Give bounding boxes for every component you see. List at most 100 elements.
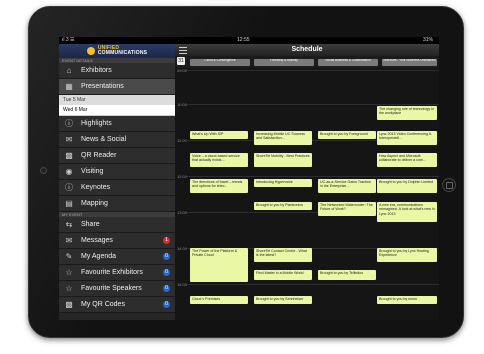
track-tabs: 31 Cloud & Convergence Flexibility & Mob… xyxy=(175,56,439,68)
time-label: 13:00 xyxy=(177,210,188,215)
event-card[interactable]: What's Up With SIP xyxy=(190,131,248,139)
star-icon: ☆ xyxy=(65,268,73,277)
sidebar-item-presentations[interactable]: ▦ Presentations xyxy=(59,79,175,95)
agenda-icon: ✎ xyxy=(65,252,73,261)
time-label: 15:00 xyxy=(177,282,188,287)
sidebar-item-label: Messages xyxy=(81,237,113,244)
exhibitors-icon: ⌂ xyxy=(66,66,72,75)
tab-track-4[interactable]: Microsoft - Your Business Unleashed xyxy=(382,59,437,66)
event-card[interactable]: Cloud v Premises xyxy=(190,296,248,304)
sidebar-item-label: My QR Codes xyxy=(81,301,125,308)
sidebar-item-label: Share xyxy=(81,221,100,228)
event-card[interactable]: A new era, communications reimagined. A … xyxy=(377,202,437,222)
event-card[interactable]: Brought to you by Sennheiser xyxy=(254,296,312,304)
event-card[interactable]: Brought to you by Dolphin Limited xyxy=(377,179,437,193)
event-card[interactable]: Lync 2013 Video Conferencing & Interoper… xyxy=(377,131,437,145)
tab-track-2[interactable]: Flexibility & Mobility xyxy=(254,59,314,66)
qr-codes-badge: 0 xyxy=(163,301,170,308)
messages-badge: 1 xyxy=(163,237,170,244)
sidebar-item-qr-reader[interactable]: ▩ QR Reader xyxy=(59,148,175,164)
calendar-icon[interactable]: 31 xyxy=(177,57,185,65)
time-label: 11:00 xyxy=(177,138,187,143)
battery-level: 31% xyxy=(422,37,433,43)
event-card[interactable]: Voice – a cloud-based service that actua… xyxy=(190,153,248,167)
logo-icon xyxy=(86,47,95,55)
event-card[interactable]: How Aspect and Microsoft collaborate to … xyxy=(377,153,437,167)
app-screen: ıl 3 ☰ 12:55 31% UNIFIED COMMUNICATIONS … xyxy=(59,37,439,320)
sidebar-item-fav-speakers[interactable]: ☆ Favourite Speakers 0 xyxy=(59,281,175,297)
sidebar-item-keynotes[interactable]: ⓘ Keynotes xyxy=(59,180,175,196)
schedule-panel: Schedule 31 Cloud & Convergence Flexibil… xyxy=(175,44,439,320)
agenda-badge: 0 xyxy=(163,253,170,260)
sidebar-item-exhibitors[interactable]: ⌂ Exhibitors xyxy=(59,63,175,79)
day-tue[interactable]: Tue 5 Mar xyxy=(59,95,175,105)
sidebar-item-label: Favourite Exhibitors xyxy=(81,269,143,276)
star-icon: ☆ xyxy=(65,284,73,293)
home-button[interactable] xyxy=(442,178,456,192)
fav-speakers-badge: 0 xyxy=(163,285,170,292)
sidebar-item-fav-exhibitors[interactable]: ☆ Favourite Exhibitors 0 xyxy=(59,265,175,281)
sidebar-item-mapping[interactable]: ▤ Mapping xyxy=(59,196,175,212)
sidebar-item-visiting[interactable]: ◉ Visiting xyxy=(59,164,175,180)
event-card[interactable]: UC-as-a-Service Gains Traction in the En… xyxy=(318,179,376,193)
event-card[interactable]: Brought to you by Plantronics xyxy=(254,202,312,210)
event-card[interactable]: Flexi Matter in a Mobile World xyxy=(254,270,312,280)
sidebar-item-share[interactable]: ⇆ Share xyxy=(59,217,175,233)
sidebar: UNIFIED COMMUNICATIONS EVENT DETAILS ⌂ E… xyxy=(59,44,175,320)
map-icon: ▤ xyxy=(65,199,73,208)
sidebar-item-my-agenda[interactable]: ✎ My Agenda 0 xyxy=(59,249,175,265)
calendar-icon: ▦ xyxy=(65,82,73,91)
share-icon: ⇆ xyxy=(65,220,73,229)
sidebar-item-label: QR Reader xyxy=(81,152,117,159)
qr-icon: ▩ xyxy=(65,151,73,160)
event-card[interactable]: The Power of the Platform & Private Clou… xyxy=(190,248,248,282)
sidebar-item-label: Mapping xyxy=(81,200,108,207)
camera-icon xyxy=(40,167,47,174)
brand-logo: UNIFIED COMMUNICATIONS xyxy=(59,44,175,58)
event-card[interactable]: Brought to you by Lync Hosting Experienc… xyxy=(377,248,437,262)
sidebar-item-label: Visiting xyxy=(81,168,104,175)
sidebar-item-label: Highlights xyxy=(81,120,112,127)
sidebar-item-label: Presentations xyxy=(81,83,124,90)
fav-exhibitors-badge: 0 xyxy=(163,269,170,276)
schedule-grid: 09:00 10:00 11:00 12:00 13:00 14:00 15:0… xyxy=(175,68,439,320)
time-label: 12:00 xyxy=(177,174,188,179)
event-card[interactable]: The Networked Watercooler: The Future of… xyxy=(318,202,376,216)
sidebar-item-news[interactable]: ✉ News & Social xyxy=(59,132,175,148)
pin-icon: ◉ xyxy=(65,167,73,176)
nav-bar: Schedule xyxy=(175,44,439,56)
sidebar-item-qr-codes[interactable]: ▩ My QR Codes 0 xyxy=(59,297,175,313)
time-label: 10:00 xyxy=(177,102,188,107)
time-label: 09:00 xyxy=(177,68,188,73)
status-time: 12:55 xyxy=(237,37,250,43)
day-wed[interactable]: Wed 6 Mar xyxy=(59,105,175,116)
event-card[interactable]: Increasing Mobile UC Success and Satisfa… xyxy=(254,131,312,145)
event-card[interactable]: Brought to you by Foreground xyxy=(318,131,376,139)
qr-icon: ▩ xyxy=(65,300,73,309)
event-card[interactable]: ShoreTel Mobility - Best Practices xyxy=(254,153,312,167)
event-card[interactable]: Introducing Hypervoice xyxy=(254,179,312,187)
event-card[interactable]: Brought to you by snom xyxy=(377,296,437,304)
sidebar-item-label: Keynotes xyxy=(81,184,111,191)
tab-track-1[interactable]: Cloud & Convergence xyxy=(190,59,250,66)
time-label: 14:00 xyxy=(177,246,188,251)
envelope-icon: ✉ xyxy=(65,236,73,245)
sidebar-item-label: Favourite Speakers xyxy=(81,285,142,292)
sidebar-item-highlights[interactable]: ⓘ Highlights xyxy=(59,116,175,132)
event-card[interactable]: The changing role of technology in the w… xyxy=(377,106,437,120)
event-card[interactable]: Brought to you by Tellindus xyxy=(318,270,376,280)
event-card[interactable]: The directions of travel – trends and op… xyxy=(190,179,248,193)
chat-icon: ✉ xyxy=(65,135,73,144)
sidebar-item-label: News & Social xyxy=(81,136,127,143)
brand-bottom: COMMUNICATIONS xyxy=(97,50,148,56)
carrier-signal: ıl 3 ☰ xyxy=(62,37,75,43)
info-icon: ⓘ xyxy=(65,119,73,128)
info-icon: ⓘ xyxy=(65,183,73,192)
sidebar-item-label: Exhibitors xyxy=(81,67,112,74)
sidebar-item-messages[interactable]: ✉ Messages 1 xyxy=(59,233,175,249)
tab-track-3[interactable]: Social Business & Collaboration xyxy=(318,59,378,66)
event-card[interactable]: ShoreTel Contact Centre - What is the la… xyxy=(254,248,312,262)
status-bar: ıl 3 ☰ 12:55 31% xyxy=(59,37,439,44)
sidebar-item-label: My Agenda xyxy=(81,253,117,260)
page-title: Schedule xyxy=(291,46,323,53)
